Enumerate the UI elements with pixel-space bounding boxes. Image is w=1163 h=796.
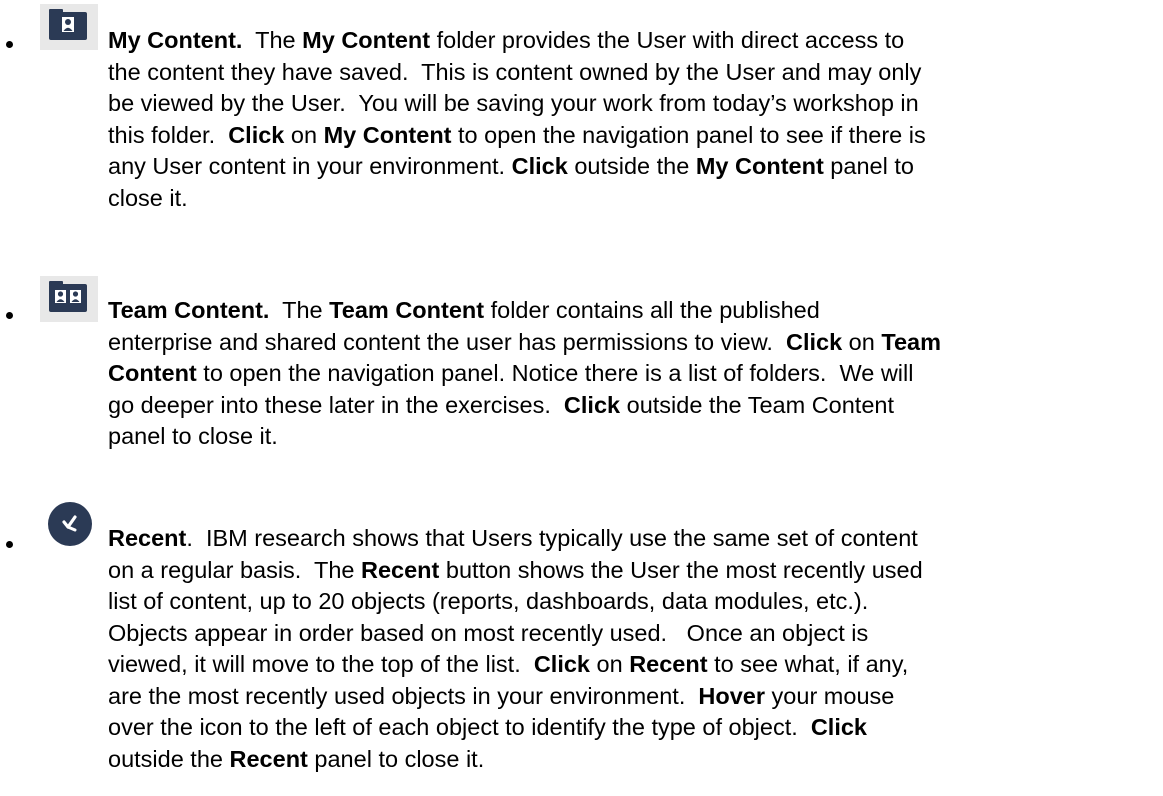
bullet-dot xyxy=(6,41,13,48)
text-run: outside the Team Content xyxy=(620,391,895,418)
bold-text-run: My Content. xyxy=(108,27,243,53)
text-line: My Content. The My Content folder provid… xyxy=(108,25,1153,57)
text-run: over the icon to the left of each object… xyxy=(108,714,811,740)
bold-text-run: Recent xyxy=(361,556,440,583)
text-run: folder provides the User with direct acc… xyxy=(430,27,905,53)
text-line: this folder. Click on My Content to open… xyxy=(108,120,1153,152)
text-line: close it. xyxy=(108,183,1153,215)
text-line: list of content, up to 20 objects (repor… xyxy=(108,586,1153,618)
text-run: on a regular basis. The xyxy=(108,556,361,583)
bold-text-run: My Content xyxy=(323,121,452,148)
text-line: are the most recently used objects in yo… xyxy=(108,681,1153,713)
team-folder-icon xyxy=(40,276,98,327)
text-line: Objects appear in order based on most re… xyxy=(108,618,1153,650)
text-run: folder contains all the published xyxy=(484,297,820,323)
team-content-description: Team Content. The Team Content folder co… xyxy=(108,295,1153,453)
text-line: Content to open the navigation panel. No… xyxy=(108,358,1153,390)
text-run: to open the navigation panel to see if t… xyxy=(451,121,926,148)
text-run: outside the xyxy=(567,153,696,179)
text-run: panel to close it. xyxy=(108,423,278,449)
bold-text-run: Click xyxy=(810,714,867,740)
bold-text-run: Recent xyxy=(229,745,308,772)
bold-text-run: Click xyxy=(228,121,285,148)
bold-text-run: Recent xyxy=(629,651,708,677)
bold-text-run: Team Content. xyxy=(108,297,270,323)
text-line: Recent. IBM research shows that Users ty… xyxy=(108,523,1153,555)
text-run: The xyxy=(242,27,303,53)
text-run: any User content in your environment. xyxy=(108,153,512,179)
text-run: panel to xyxy=(823,153,914,179)
text-run: to see what, if any, xyxy=(707,651,909,677)
text-run: viewed, it will move to the top of the l… xyxy=(108,651,534,677)
text-run: panel to close it. xyxy=(307,745,485,772)
text-line: be viewed by the User. You will be savin… xyxy=(108,88,1153,120)
text-line: enterprise and shared content the user h… xyxy=(108,327,1153,359)
text-run: close it. xyxy=(108,184,188,211)
text-run: The xyxy=(269,297,330,323)
text-run: be viewed by the User. You will be savin… xyxy=(108,90,919,116)
text-run: the content they have saved. This is con… xyxy=(108,58,922,85)
bold-text-run: Click xyxy=(563,391,621,418)
text-line: over the icon to the left of each object… xyxy=(108,712,1153,744)
bold-text-run: Click xyxy=(511,153,568,179)
text-run: Objects appear in order based on most re… xyxy=(108,619,869,646)
text-run: go deeper into these later in the exerci… xyxy=(108,391,564,418)
bold-text-run: My Content xyxy=(695,153,824,179)
recent-description: Recent. IBM research shows that Users ty… xyxy=(108,523,1153,775)
text-line: the content they have saved. This is con… xyxy=(108,57,1153,89)
person-folder-icon xyxy=(40,4,98,55)
recent-clock-icon xyxy=(40,500,98,557)
text-run: are the most recently used objects in yo… xyxy=(108,682,699,709)
text-run: . IBM research shows that Users typicall… xyxy=(186,525,918,551)
text-run: outside the xyxy=(108,745,230,772)
bullet-dot xyxy=(6,312,13,319)
text-run: to open the navigation panel. Notice the… xyxy=(196,360,914,386)
my-content-description: My Content. The My Content folder provid… xyxy=(108,25,1153,214)
text-run: this folder. xyxy=(108,121,229,148)
text-line: on a regular basis. The Recent button sh… xyxy=(108,555,1153,587)
bold-text-run: Team xyxy=(881,328,941,355)
text-run: your mouse xyxy=(765,682,895,709)
bold-text-run: Team Content xyxy=(329,297,485,323)
text-run: on xyxy=(842,328,882,355)
text-run: list of content, up to 20 objects (repor… xyxy=(108,588,869,614)
text-line: Team Content. The Team Content folder co… xyxy=(108,295,1153,327)
bold-text-run: My Content xyxy=(302,27,431,53)
text-run: button shows the User the most recently … xyxy=(439,556,923,583)
bold-text-run: Recent xyxy=(108,525,187,551)
text-line: any User content in your environment. Cl… xyxy=(108,151,1153,183)
bold-text-run: Click xyxy=(533,651,590,677)
bold-text-run: Content xyxy=(108,360,197,386)
text-line: viewed, it will move to the top of the l… xyxy=(108,649,1153,681)
bullet-dot xyxy=(6,541,13,548)
text-run: enterprise and shared content the user h… xyxy=(108,328,786,355)
bold-text-run: Click xyxy=(785,328,843,355)
text-run: on xyxy=(589,651,630,677)
text-line: outside the Recent panel to close it. xyxy=(108,744,1153,776)
text-line: go deeper into these later in the exerci… xyxy=(108,390,1153,422)
bold-text-run: Hover xyxy=(698,682,766,709)
text-run: on xyxy=(284,121,324,148)
text-line: panel to close it. xyxy=(108,421,1153,453)
